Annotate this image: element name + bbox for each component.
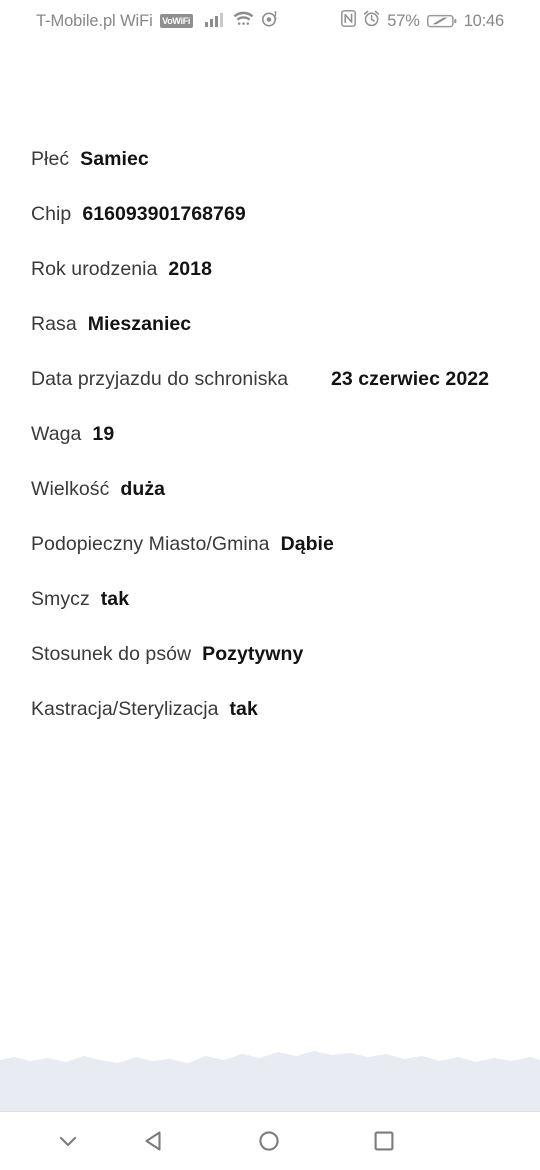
details-content: Płeć Samiec Chip 616093901768769 Rok uro… — [0, 42, 540, 1042]
detail-label: Płeć — [31, 148, 70, 170]
band-top-edge — [0, 1048, 540, 1063]
detail-value: 19 — [92, 423, 115, 445]
status-bar-right: 57% 10:46 — [341, 10, 526, 32]
carrier-label: T-Mobile.pl WiFi — [36, 11, 153, 30]
home-circle-icon — [254, 1126, 284, 1156]
detail-row-rasa: Rasa Mieszaniec — [31, 309, 509, 339]
detail-value: 616093901768769 — [82, 203, 246, 225]
detail-label: Rok urodzenia — [31, 258, 158, 280]
collapse-button[interactable] — [28, 1112, 108, 1170]
phone-screen: T-Mobile.pl WiFi VoWiFi 57% 10:46 Płeć S… — [0, 0, 540, 1170]
recents-button[interactable] — [344, 1112, 424, 1170]
detail-row-kastracja-sterylizacja: Kastracja/Sterylizacja tak — [31, 694, 509, 724]
detail-row-data-przyjazdu: Data przyjazdu do schroniska 23 czerwiec… — [31, 364, 509, 394]
detail-row-waga: Waga 19 — [31, 419, 509, 449]
detail-row-chip: Chip 616093901768769 — [31, 199, 509, 229]
detail-row-wielkosc: Wielkość duża — [31, 474, 509, 504]
detail-row-smycz: Smycz tak — [31, 584, 509, 614]
detail-value: tak — [229, 698, 258, 720]
hotspot-icon — [261, 10, 280, 32]
detail-label: Wielkość — [31, 478, 110, 500]
signal-bars-icon — [204, 11, 225, 32]
alarm-clock-icon — [363, 10, 380, 32]
recents-square-icon — [369, 1126, 399, 1156]
back-button[interactable] — [115, 1112, 195, 1170]
detail-label: Waga — [31, 423, 82, 445]
battery-percent-label: 57% — [387, 11, 420, 30]
back-triangle-icon — [140, 1126, 170, 1156]
detail-row-plec: Płeć Samiec — [31, 144, 509, 174]
detail-value: Pozytywny — [202, 643, 304, 665]
detail-value: 23 czerwiec 2022 — [331, 368, 490, 390]
chevron-down-icon — [53, 1126, 83, 1156]
android-navigation-bar — [0, 1112, 540, 1170]
detail-label: Stosunek do psów — [31, 643, 192, 665]
detail-value: duża — [120, 478, 166, 500]
detail-label: Kastracja/Sterylizacja — [31, 698, 219, 720]
detail-label: Smycz — [31, 588, 90, 610]
detail-row-stosunek-do-psow: Stosunek do psów Pozytywny — [31, 639, 509, 669]
details-list: Płeć Samiec Chip 616093901768769 Rok uro… — [31, 144, 509, 749]
detail-label: Rasa — [31, 313, 77, 335]
clock-label: 10:46 — [463, 11, 504, 30]
status-bar-left: T-Mobile.pl WiFi VoWiFi — [36, 10, 280, 32]
detail-label: Chip — [31, 203, 72, 225]
detail-value: Mieszaniec — [87, 313, 192, 335]
page-bottom-band — [0, 1048, 540, 1112]
detail-row-rok-urodzenia: Rok urodzenia 2018 — [31, 254, 509, 284]
detail-value: tak — [100, 588, 130, 610]
vowifi-badge: VoWiFi — [159, 14, 193, 28]
detail-label: Data przyjazdu do schroniska — [31, 368, 289, 390]
detail-value: 2018 — [168, 258, 212, 280]
home-button[interactable] — [229, 1112, 309, 1170]
wifi-icon — [233, 10, 254, 32]
battery-icon — [426, 13, 457, 29]
detail-row-podopieczny-miasto-gmina: Podopieczny Miasto/Gmina Dąbie — [31, 529, 509, 559]
detail-label: Podopieczny Miasto/Gmina — [31, 533, 270, 555]
detail-value: Dąbie — [280, 533, 334, 555]
nfc-icon — [341, 10, 357, 32]
status-bar: T-Mobile.pl WiFi VoWiFi 57% 10:46 — [0, 0, 540, 42]
detail-value: Samiec — [80, 148, 149, 170]
